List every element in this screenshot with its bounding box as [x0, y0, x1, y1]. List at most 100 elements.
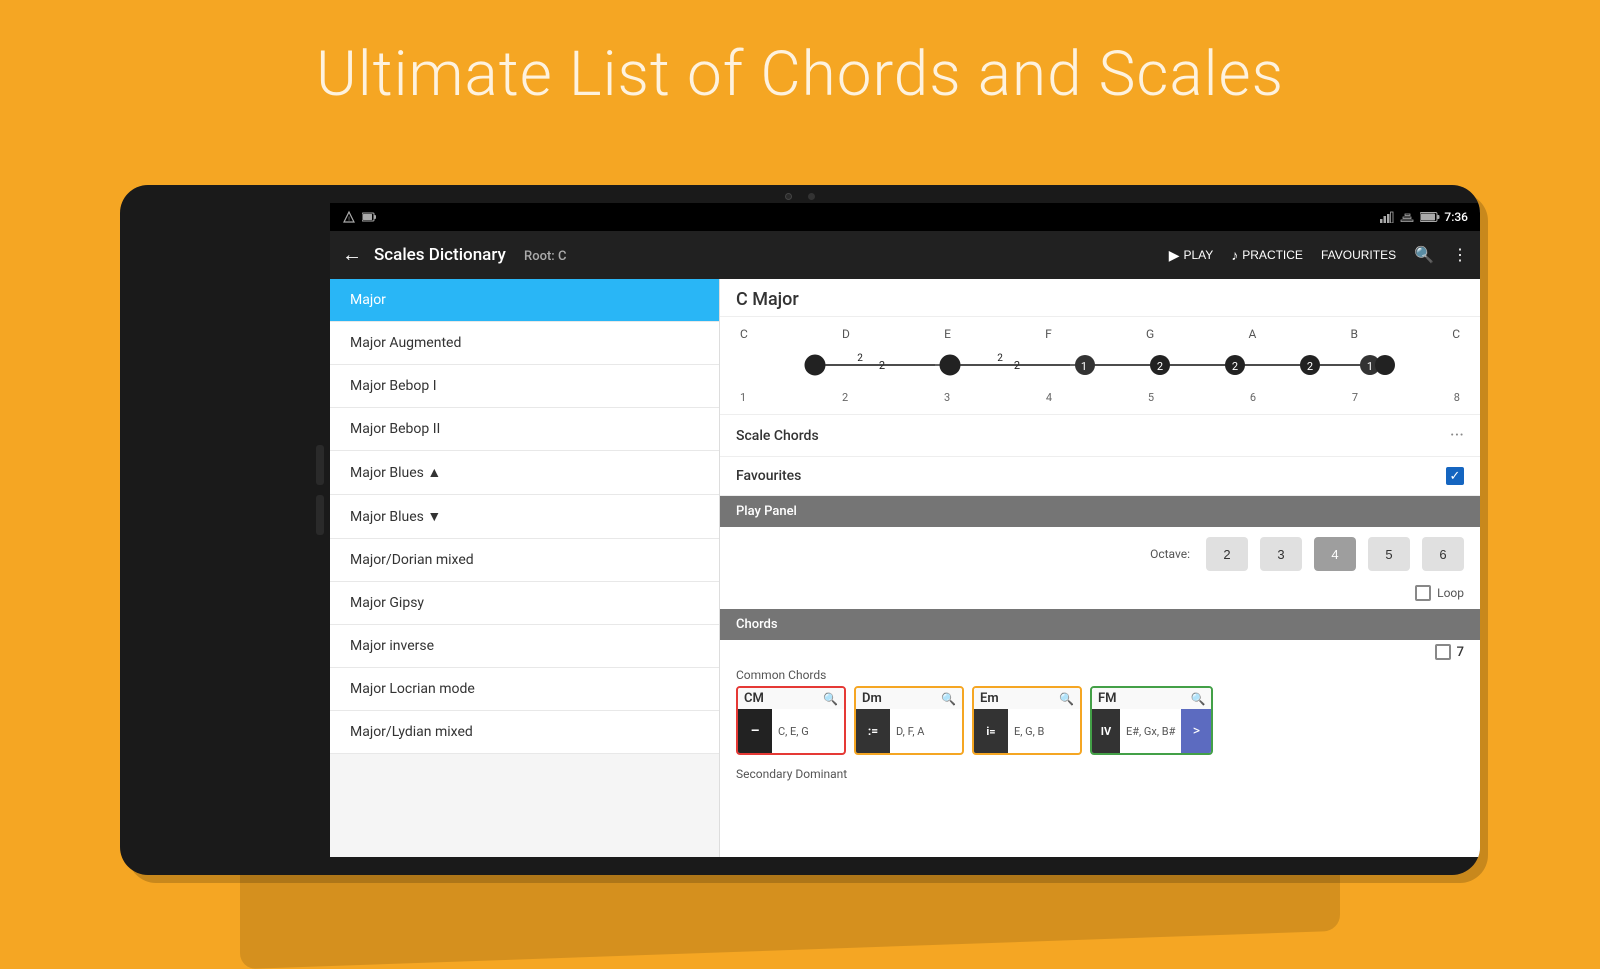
content-area: Major Major Augmented Major Bebop I Majo…	[330, 279, 1480, 857]
play-panel-header: Play Panel	[720, 496, 1480, 527]
chord-card-cm[interactable]: CM 🔍 – C, E, G	[736, 686, 846, 755]
octave-label: Octave:	[1150, 547, 1190, 561]
svg-text:1: 1	[1367, 360, 1373, 373]
scale-item-major-bebop-ii[interactable]: Major Bebop II	[330, 408, 719, 451]
svg-text:1: 1	[1081, 360, 1087, 373]
chord-cm-visual: –	[738, 709, 772, 753]
scale-numbers-row: 1234 5678	[736, 391, 1464, 404]
volume-down-button[interactable]	[316, 495, 324, 535]
volume-up-button[interactable]	[316, 445, 324, 485]
chord-card-fm-body: IV E#, Gx, B# >	[1092, 709, 1211, 753]
right-panel: C Major CDEF GABC 2	[720, 279, 1480, 857]
scale-item-major-lydian[interactable]: Major/Lydian mixed	[330, 711, 719, 754]
scale-header: C Major	[720, 279, 1480, 317]
tablet-frame: !	[120, 185, 1480, 875]
chords-count-row: 7	[720, 640, 1480, 664]
more-button[interactable]: ⋮	[1452, 245, 1468, 265]
chord-cm-notes: C, E, G	[772, 709, 815, 753]
favourites-checkbox[interactable]: ✓	[1446, 467, 1464, 485]
music-icon: ♪	[1231, 247, 1238, 263]
status-bar-left: !	[342, 210, 376, 224]
scale-chords-label: Scale Chords	[736, 428, 819, 444]
chord-fm-right: >	[1181, 709, 1211, 753]
chord-cm-search-icon[interactable]: 🔍	[823, 692, 838, 706]
scale-item-major-augmented[interactable]: Major Augmented	[330, 322, 719, 365]
chord-dm-visual: :=	[856, 709, 890, 753]
app-screen: !	[330, 203, 1480, 857]
chord-fm-notes: E#, Gx, B#	[1120, 709, 1181, 753]
favourites-row: Favourites ✓	[720, 457, 1480, 496]
chord-em-name: Em	[980, 691, 999, 706]
scale-item-major-locrian[interactable]: Major Locrian mode	[330, 668, 719, 711]
loop-checkbox[interactable]	[1415, 585, 1431, 601]
app-bar: ← Scales Dictionary Root: C ▶ PLAY ♪ PRA…	[330, 231, 1480, 279]
scale-item-major-inverse[interactable]: Major inverse	[330, 625, 719, 668]
chords-count-checkbox[interactable]	[1435, 644, 1451, 660]
scale-item-major-bebop-i[interactable]: Major Bebop I	[330, 365, 719, 408]
more-icon: ⋮	[1452, 245, 1468, 265]
play-button[interactable]: ▶ PLAY	[1169, 247, 1214, 264]
svg-text:2: 2	[857, 353, 863, 364]
status-time: 7:36	[1444, 210, 1468, 224]
scale-item-major[interactable]: Major	[330, 279, 719, 322]
chord-dm-notes: D, F, A	[890, 709, 930, 753]
back-button[interactable]: ←	[342, 244, 362, 267]
svg-text:2: 2	[1157, 360, 1163, 373]
search-icon: 🔍	[1414, 245, 1434, 265]
chord-fm-search-icon[interactable]: 🔍	[1190, 692, 1205, 706]
scale-item-major-blues-dn[interactable]: Major Blues ▼	[330, 495, 719, 539]
scale-chords-more-button[interactable]: ···	[1450, 425, 1464, 446]
loop-label: Loop	[1437, 586, 1464, 600]
chord-card-dm-header: Dm 🔍	[856, 688, 962, 709]
scale-item-major-dorian[interactable]: Major/Dorian mixed	[330, 539, 719, 582]
chord-em-search-icon[interactable]: 🔍	[1059, 692, 1074, 706]
chord-card-em-body: i= E, G, B	[974, 709, 1080, 753]
battery-icon-right	[1420, 211, 1440, 223]
chord-cards-row: CM 🔍 – C, E, G Dm	[720, 686, 1480, 763]
status-bar-right: 7:36	[1380, 210, 1468, 224]
battery-icon-left	[362, 212, 376, 222]
scale-item-major-gipsy[interactable]: Major Gipsy	[330, 582, 719, 625]
chord-cm-symbol: –	[751, 723, 760, 739]
chord-card-em[interactable]: Em 🔍 i= E, G, B	[972, 686, 1082, 755]
chord-card-em-header: Em 🔍	[974, 688, 1080, 709]
scale-diagram-svg: 2 2 1 2	[736, 345, 1464, 385]
scales-list: Major Major Augmented Major Bebop I Majo…	[330, 279, 720, 857]
scale-chords-row: Scale Chords ···	[720, 415, 1480, 457]
chord-card-cm-header: CM 🔍	[738, 688, 844, 709]
tablet-camera-area	[785, 193, 815, 200]
signal-icon	[1380, 211, 1396, 223]
octave-4-button[interactable]: 4	[1314, 537, 1356, 571]
chord-em-notes: E, G, B	[1008, 709, 1050, 753]
play-icon: ▶	[1169, 247, 1180, 264]
chord-card-dm[interactable]: Dm 🔍 := D, F, A	[854, 686, 964, 755]
chord-card-fm[interactable]: FM 🔍 IV E#, Gx, B# >	[1090, 686, 1213, 755]
secondary-dominant-label: Secondary Dominant	[720, 763, 1480, 783]
chord-fm-visual: IV	[1092, 709, 1120, 753]
chord-fm-name: FM	[1098, 691, 1117, 706]
status-bar: !	[330, 203, 1480, 231]
practice-button[interactable]: ♪ PRACTICE	[1231, 247, 1303, 263]
wifi-icon	[1400, 211, 1416, 223]
chord-card-dm-body: := D, F, A	[856, 709, 962, 753]
octave-5-button[interactable]: 5	[1368, 537, 1410, 571]
chords-header: Chords	[720, 609, 1480, 640]
octave-row: Octave: 2 3 4 5 6	[720, 527, 1480, 581]
chord-cm-name: CM	[744, 691, 764, 706]
octave-3-button[interactable]: 3	[1260, 537, 1302, 571]
scale-diagram: CDEF GABC 2	[720, 317, 1480, 415]
octave-6-button[interactable]: 6	[1422, 537, 1464, 571]
scale-item-major-blues-up[interactable]: Major Blues ▲	[330, 451, 719, 495]
favourites-button[interactable]: FAVOURITES	[1321, 248, 1396, 262]
chords-count: 7	[1457, 645, 1464, 660]
scale-notes-row: CDEF GABC	[736, 327, 1464, 341]
chord-dm-name: Dm	[862, 691, 882, 706]
tablet-camera	[785, 193, 792, 200]
search-button[interactable]: 🔍	[1414, 245, 1434, 265]
app-bar-actions: ▶ PLAY ♪ PRACTICE FAVOURITES 🔍 ⋮	[1169, 245, 1468, 265]
svg-text:2: 2	[1307, 360, 1313, 373]
chord-dm-search-icon[interactable]: 🔍	[941, 692, 956, 706]
page-title: Ultimate List of Chords and Scales	[0, 0, 1600, 111]
octave-2-button[interactable]: 2	[1206, 537, 1248, 571]
loop-row: Loop	[720, 581, 1480, 609]
